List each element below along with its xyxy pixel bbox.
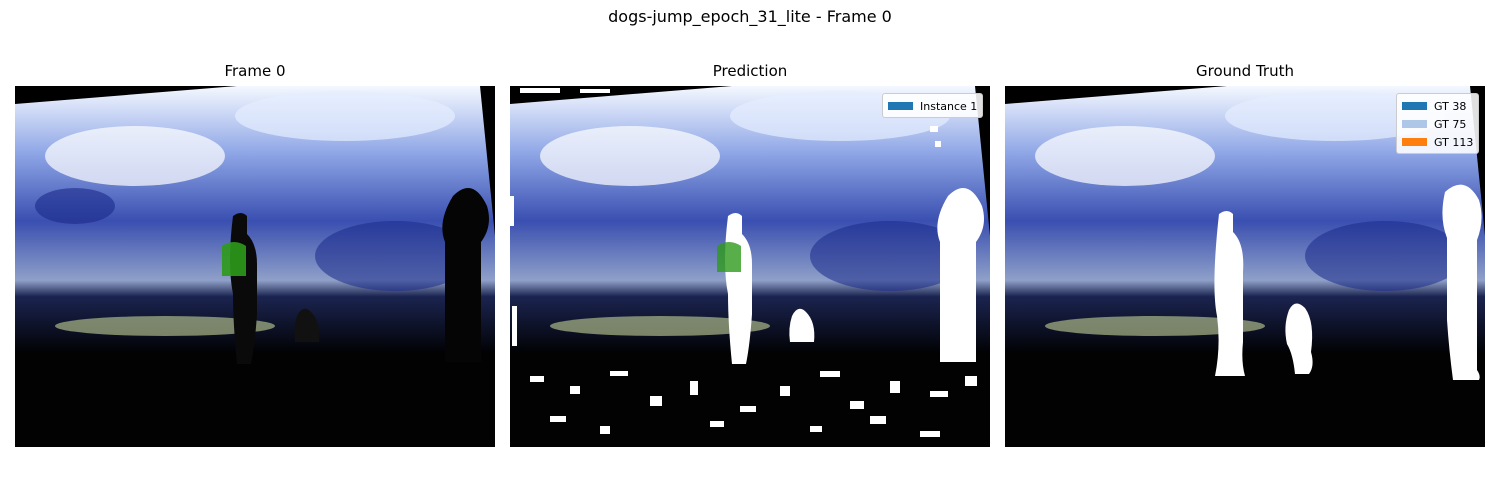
legend-label: Instance 1 xyxy=(920,99,978,113)
legend-label: GT 38 xyxy=(1434,99,1467,113)
panel-title-prediction: Prediction xyxy=(712,62,788,80)
legend-swatch xyxy=(888,102,913,110)
legend-label: GT 113 xyxy=(1434,135,1474,149)
legend-label: GT 75 xyxy=(1434,117,1467,131)
frame-image xyxy=(15,86,495,447)
panel-title-frame: Frame 0 xyxy=(224,62,286,80)
legend-item: GT 113 xyxy=(1402,133,1473,151)
legend-swatch xyxy=(1402,138,1427,146)
panel-title-ground-truth: Ground Truth xyxy=(1196,62,1294,80)
legend-swatch xyxy=(1402,102,1427,110)
figure-title: dogs-jump_epoch_31_lite - Frame 0 xyxy=(608,7,892,26)
legend-item: GT 38 xyxy=(1402,97,1473,115)
prediction-image xyxy=(510,86,990,447)
legend-item: Instance 1 xyxy=(888,97,977,115)
legend-swatch xyxy=(1402,120,1427,128)
prediction-legend: Instance 1 xyxy=(882,93,984,118)
legend-item: GT 75 xyxy=(1402,115,1473,133)
ground-truth-legend: GT 38 GT 75 GT 113 xyxy=(1396,93,1480,154)
